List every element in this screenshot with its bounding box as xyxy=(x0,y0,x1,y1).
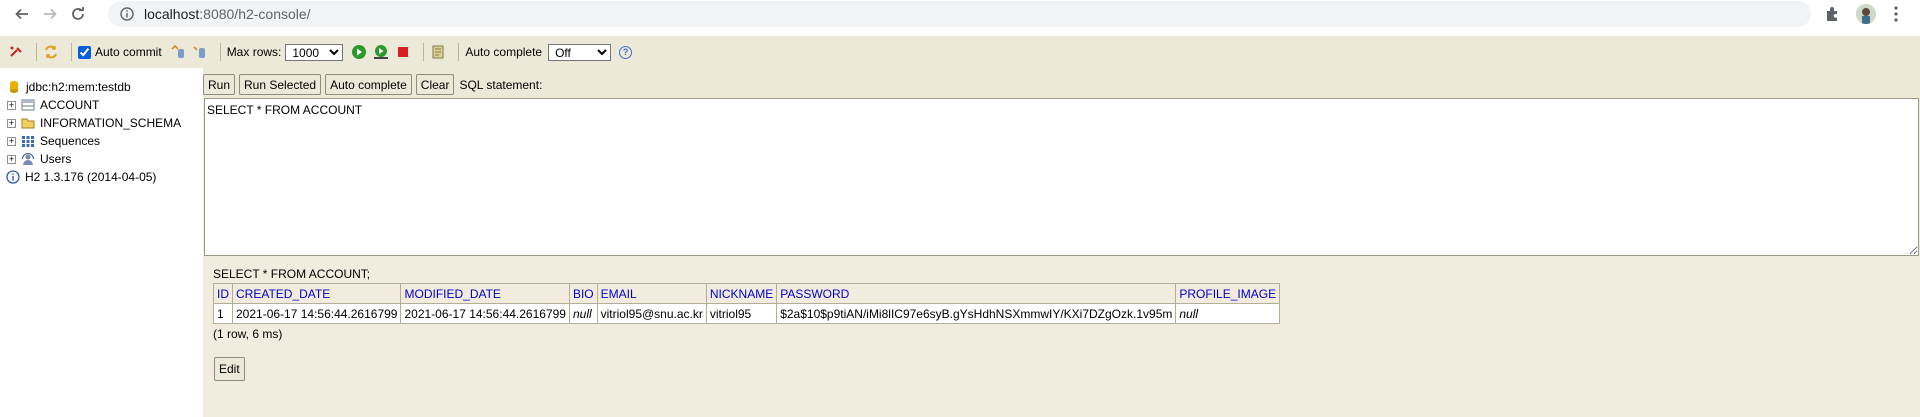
browser-menu-icon[interactable] xyxy=(1894,5,1898,23)
run-button[interactable]: Run xyxy=(203,74,236,95)
refresh-icon[interactable] xyxy=(43,44,59,60)
expand-icon[interactable]: + xyxy=(7,100,16,110)
help-icon[interactable]: ? xyxy=(619,45,633,59)
sql-editor[interactable]: SELECT * FROM ACCOUNT xyxy=(204,98,1919,256)
auto-complete-label: Auto complete xyxy=(465,45,543,59)
url-host: localhost xyxy=(144,6,200,22)
table-cell: 2021-06-17 14:56:44.2616799 xyxy=(231,303,402,324)
extensions-puzzle-icon[interactable] xyxy=(1824,5,1842,23)
tree-connection[interactable]: jdbc:h2:mem:testdb xyxy=(0,78,203,96)
commit-icon[interactable] xyxy=(192,44,208,60)
auto-commit-label: Auto commit xyxy=(95,45,162,59)
reload-icon[interactable] xyxy=(64,0,92,28)
version-label: H2 1.3.176 (2014-04-05) xyxy=(25,170,157,184)
database-icon xyxy=(7,80,21,94)
tree-item-account[interactable]: + ACCOUNT xyxy=(0,96,203,114)
table-cell: 1 xyxy=(213,303,233,324)
table-cell: 2021-06-17 14:56:44.2616799 xyxy=(400,303,570,324)
h2-toolbar: Auto commit Max rows: 1000 Auto complete… xyxy=(0,36,1920,68)
url-path: :8080/h2-console/ xyxy=(199,6,311,22)
rollback-icon[interactable] xyxy=(170,44,186,60)
schema-tree: jdbc:h2:mem:testdb + ACCOUNT + INFORMATI… xyxy=(0,68,203,417)
expand-icon[interactable]: + xyxy=(7,118,16,128)
query-button-row: Run Run Selected Auto complete Clear SQL… xyxy=(203,74,542,95)
results-panel: SELECT * FROM ACCOUNT; ID CREATED_DATE M… xyxy=(203,256,1920,417)
tree-item-sequences[interactable]: + Sequences xyxy=(0,132,203,150)
column-header[interactable]: EMAIL xyxy=(596,283,707,304)
sequences-icon xyxy=(21,134,35,148)
folder-icon xyxy=(21,116,35,130)
tree-item-label: INFORMATION_SCHEMA xyxy=(40,116,182,130)
stop-icon[interactable] xyxy=(395,44,411,60)
tree-item-label: Users xyxy=(40,152,72,166)
toolbar-separator xyxy=(423,43,425,61)
address-bar[interactable]: localhost:8080/h2-console/ xyxy=(108,1,1811,27)
table-icon xyxy=(21,98,35,112)
edit-button[interactable]: Edit xyxy=(214,357,245,381)
table-row: 1 2021-06-17 14:56:44.2616799 2021-06-17… xyxy=(213,303,1281,324)
site-info-icon[interactable] xyxy=(120,7,134,21)
executed-query: SELECT * FROM ACCOUNT; xyxy=(213,267,371,281)
clear-button[interactable]: Clear xyxy=(415,74,455,95)
toolbar-separator xyxy=(71,43,72,61)
connection-label: jdbc:h2:mem:testdb xyxy=(26,80,131,94)
sql-statement-label: SQL statement: xyxy=(459,77,543,92)
column-header[interactable]: BIO xyxy=(568,283,598,304)
max-rows-select[interactable]: 1000 xyxy=(285,43,344,61)
table-cell: $2a$10$p9tiAN/iMi8lIC97e6syB.gYsHdhNSXmm… xyxy=(776,303,1177,324)
expand-icon[interactable]: + xyxy=(7,154,16,164)
table-cell: null xyxy=(568,303,598,324)
table-cell: vitriol95 xyxy=(705,303,778,324)
table-cell: null xyxy=(1175,303,1281,324)
column-header[interactable]: PASSWORD xyxy=(776,283,1177,304)
tree-item-label: ACCOUNT xyxy=(40,98,100,112)
tree-item-users[interactable]: + Users xyxy=(0,150,203,168)
auto-complete-button[interactable]: Auto complete xyxy=(325,74,412,95)
run-selected-button[interactable]: Run Selected xyxy=(239,74,322,95)
disconnect-icon[interactable] xyxy=(8,44,24,60)
max-rows-label: Max rows: xyxy=(226,45,282,59)
users-icon xyxy=(21,152,35,166)
query-panel: Run Run Selected Auto complete Clear SQL… xyxy=(203,68,1920,256)
table-header-row: ID CREATED_DATE MODIFIED_DATE BIO EMAIL … xyxy=(213,283,1281,304)
expand-icon[interactable]: + xyxy=(7,136,16,146)
forward-arrow-icon[interactable] xyxy=(36,0,64,28)
back-arrow-icon[interactable] xyxy=(8,0,36,28)
toolbar-separator xyxy=(219,43,221,61)
column-header[interactable]: PROFILE_IMAGE xyxy=(1175,283,1281,304)
history-icon[interactable] xyxy=(430,44,446,60)
result-status: (1 row, 6 ms) xyxy=(213,327,283,341)
toolbar-separator xyxy=(458,43,460,61)
results-table: ID CREATED_DATE MODIFIED_DATE BIO EMAIL … xyxy=(213,283,1281,324)
column-header[interactable]: CREATED_DATE xyxy=(231,283,402,304)
run-selected-icon[interactable] xyxy=(373,44,389,60)
column-header[interactable]: ID xyxy=(213,283,233,304)
auto-commit-checkbox[interactable] xyxy=(78,45,91,59)
table-cell: vitriol95@snu.ac.kr xyxy=(596,303,707,324)
version-info: H2 1.3.176 (2014-04-05) xyxy=(0,168,203,186)
tree-item-label: Sequences xyxy=(40,134,101,148)
info-icon xyxy=(6,170,20,184)
auto-complete-select[interactable]: Off xyxy=(548,43,612,61)
column-header[interactable]: NICKNAME xyxy=(705,283,778,304)
tree-item-information-schema[interactable]: + INFORMATION_SCHEMA xyxy=(0,114,203,132)
column-header[interactable]: MODIFIED_DATE xyxy=(400,283,570,304)
toolbar-separator xyxy=(36,43,37,61)
profile-avatar[interactable] xyxy=(1856,4,1876,24)
run-icon[interactable] xyxy=(351,44,367,60)
